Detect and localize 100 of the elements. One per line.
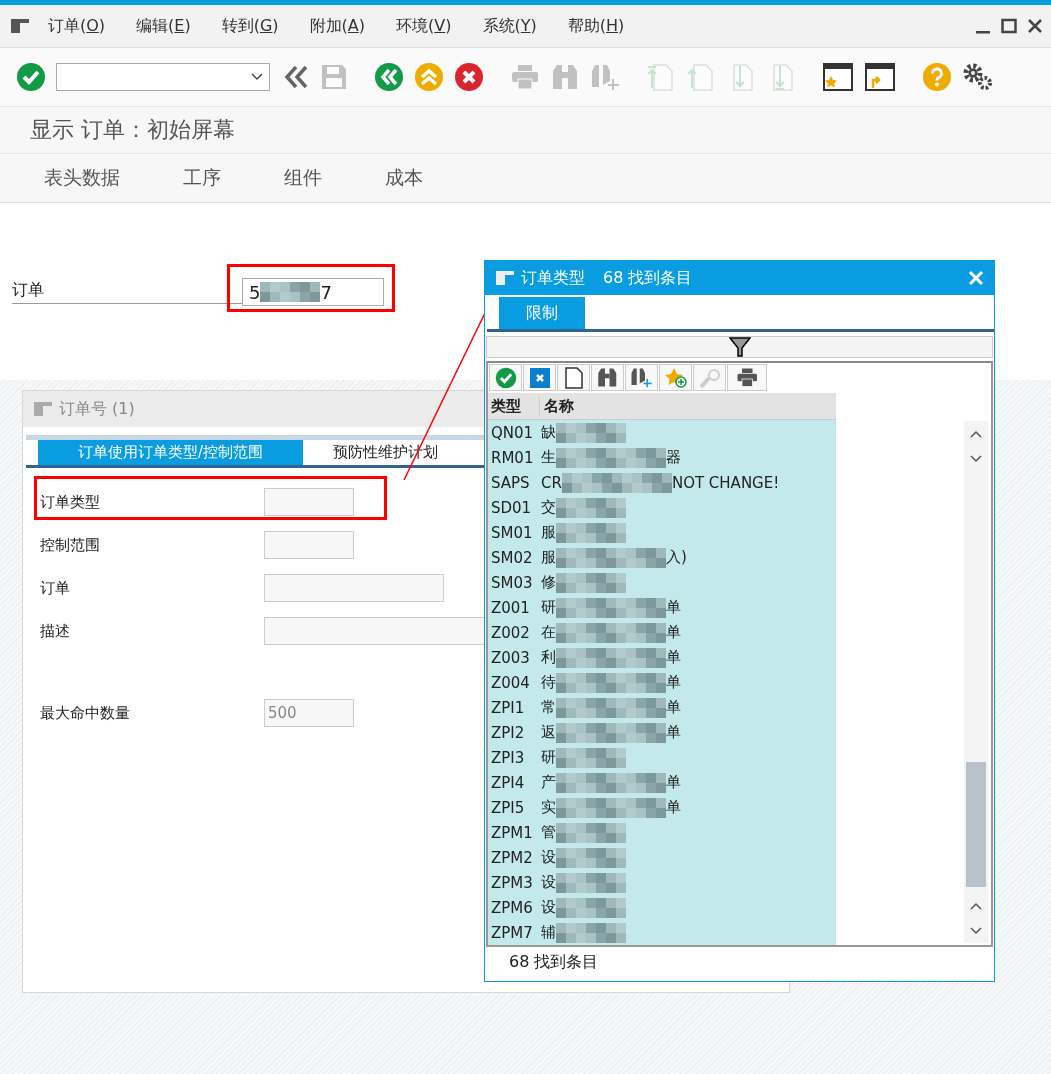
input-value: 5 [249, 281, 261, 303]
table-cell-text: ZPM3 [490, 873, 534, 892]
table-cell: 入) [666, 548, 687, 567]
binoculars-icon[interactable] [596, 367, 619, 388]
status-text: 68 找到条目 [509, 951, 599, 973]
chevron-down-icon [970, 926, 982, 935]
checkmark-icon[interactable] [16, 62, 46, 92]
dialog-count: 68 找到条目 [603, 267, 693, 289]
redaction-mosaic [556, 847, 626, 868]
menu-item[interactable]: 转到(G) [221, 15, 279, 37]
screen-title: 显示 订单：初始屏幕 [0, 107, 1051, 154]
cancel-icon[interactable] [454, 62, 484, 92]
table-cell-text: ZPI3 [490, 748, 526, 767]
star-plus-icon [663, 366, 688, 389]
field-label: 订单 [40, 578, 70, 598]
double-chevron-icon[interactable] [282, 63, 310, 91]
table-cell-text: 常 [540, 698, 556, 717]
input-field[interactable] [264, 488, 354, 516]
settings-icon[interactable] [962, 62, 994, 92]
printer-icon[interactable] [735, 367, 759, 388]
scrollbar-thumb[interactable] [966, 762, 986, 887]
redaction-mosaic [556, 822, 626, 843]
cancel-icon [528, 366, 551, 389]
toolbar-button[interactable]: 工序 [183, 165, 221, 191]
table-cell-text: RM01 [490, 448, 535, 467]
table-cell: 单 [666, 648, 681, 667]
field-label: 描述 [40, 621, 70, 641]
table-cell-text: 缺 [540, 423, 556, 442]
table-cell-text: Z002 [490, 623, 531, 642]
redaction-mosaic [556, 422, 626, 443]
toolbar-button[interactable]: 表头数据 [44, 165, 120, 191]
close-icon[interactable] [1027, 18, 1043, 34]
input-field[interactable] [264, 531, 354, 559]
table-cell-text: Z001 [490, 598, 531, 617]
table-cell-text: ZPI1 [490, 698, 526, 717]
redaction-mosaic [556, 497, 626, 518]
table-cell-text: 交 [540, 498, 556, 517]
maximize-icon[interactable] [1001, 18, 1017, 34]
table-cell-text: 研 [540, 748, 556, 767]
chevron-up-icon [970, 429, 982, 438]
table-cell-text: 待 [540, 673, 556, 692]
table-cell-text: 设 [540, 898, 556, 917]
document-icon [564, 366, 583, 389]
dropdown-caret-icon[interactable] [251, 73, 263, 81]
find-button[interactable] [591, 364, 624, 391]
command-field[interactable] [56, 63, 270, 91]
favorite-add-button[interactable] [659, 364, 692, 391]
table-cell-text: 管 [540, 823, 556, 842]
table-cell-text: Z004 [490, 673, 531, 692]
table-cell-text: SM03 [490, 573, 534, 592]
menu-item[interactable]: 附加(A) [309, 15, 366, 37]
back-icon[interactable] [374, 62, 404, 92]
funnel-icon[interactable] [728, 337, 751, 357]
table-cell-text: SM01 [490, 523, 534, 542]
chevron-down-icon [970, 454, 982, 463]
table-cell-text: ZPM6 [490, 898, 534, 917]
menu-item[interactable]: 编辑(E) [136, 15, 191, 37]
table-cell-text: 服 [540, 548, 556, 567]
chevron-up-icon [970, 901, 982, 910]
binoculars-plus-icon[interactable] [630, 367, 653, 388]
help-icon[interactable] [922, 62, 952, 92]
menu-item[interactable]: 环境(V) [396, 15, 452, 37]
column-header[interactable]: 名称 [540, 396, 574, 416]
order-input[interactable]: 5 7 [242, 278, 384, 306]
table-cell-text: ZPM2 [490, 848, 534, 867]
table-cell-text: SAPS [490, 473, 531, 492]
table-cell: 单 [666, 798, 681, 817]
toolbar-button[interactable]: 成本 [385, 165, 423, 191]
table-cell-text: Z003 [490, 648, 531, 667]
table-cell: 单 [666, 673, 681, 692]
field-label: 订单类型 [40, 492, 100, 512]
table-cell-text: QN01 [490, 423, 535, 442]
table-cell: 单 [666, 773, 681, 792]
table-cell-text: 修 [540, 573, 556, 592]
menu-item[interactable]: 帮助(H) [567, 15, 625, 37]
cancel-button[interactable] [523, 364, 556, 391]
menu-item[interactable]: 订单(O) [48, 15, 106, 37]
input-value: 7 [320, 281, 332, 303]
input-field[interactable] [264, 574, 444, 602]
checkmark-button[interactable] [489, 364, 522, 391]
panel-title: 订单号 (1) [59, 398, 135, 420]
table-cell-text: 在 [540, 623, 556, 642]
toolbar-button[interactable]: 组件 [284, 165, 322, 191]
dialog-title: 订单类型 [521, 267, 585, 289]
window-icon [10, 18, 30, 34]
up-chevron-icon[interactable] [414, 62, 444, 92]
print-button[interactable] [727, 364, 767, 391]
new-document-button[interactable] [557, 364, 590, 391]
table-cell: 单 [666, 723, 681, 742]
redaction-mosaic [556, 522, 626, 543]
checkmark-icon [494, 366, 517, 389]
table-cell-text: 生 [540, 448, 556, 467]
menu-item[interactable]: 系统(Y) [482, 15, 537, 37]
column-header[interactable]: 类型 [488, 396, 540, 416]
table-cell-text: 返 [540, 723, 556, 742]
window-icon [33, 401, 53, 417]
redaction-mosaic [556, 747, 626, 768]
table-cell: NOT CHANGE! [671, 473, 780, 492]
table-cell: 单 [666, 698, 681, 717]
find-next-button[interactable] [625, 364, 658, 391]
